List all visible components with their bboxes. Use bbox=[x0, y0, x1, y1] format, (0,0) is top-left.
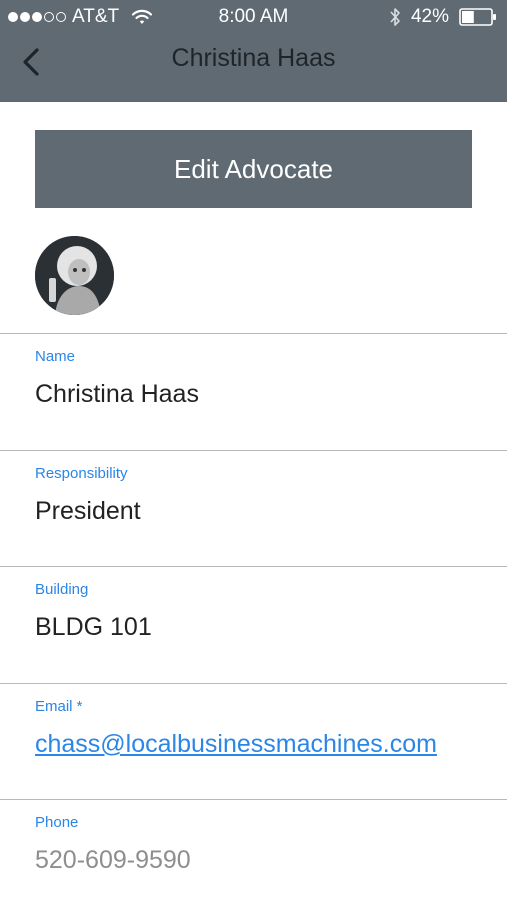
email-link[interactable]: chass@localbusinessmachines.com bbox=[35, 730, 437, 759]
name-field: Name Christina Haas bbox=[0, 333, 507, 449]
edit-advocate-button[interactable]: Edit Advocate bbox=[35, 130, 472, 208]
name-label: Name bbox=[35, 348, 76, 365]
phone-input[interactable]: 520-609-9590 bbox=[35, 846, 191, 875]
building-label: Building bbox=[35, 581, 89, 598]
email-label: Email * bbox=[35, 698, 83, 715]
status-right: 42% bbox=[389, 6, 497, 28]
phone-field: Phone 520-609-9590 bbox=[0, 799, 507, 915]
avatar[interactable] bbox=[35, 236, 114, 315]
app-header: AT&T 8:00 AM 42% Christina Haas bbox=[0, 0, 507, 102]
nav-bar: Christina Haas bbox=[0, 32, 507, 92]
battery-percent: 42% bbox=[410, 6, 449, 27]
page-title: Christina Haas bbox=[171, 44, 336, 72]
status-bar: AT&T 8:00 AM 42% bbox=[0, 0, 507, 32]
name-value[interactable]: Christina Haas bbox=[35, 380, 199, 409]
building-value[interactable]: BLDG 101 bbox=[35, 613, 152, 642]
battery-fill bbox=[462, 11, 474, 23]
building-field: Building BLDG 101 bbox=[0, 566, 507, 682]
battery-icon bbox=[459, 8, 496, 26]
phone-label: Phone bbox=[35, 814, 79, 831]
bluetooth-icon bbox=[390, 8, 400, 26]
responsibility-value[interactable]: President bbox=[35, 497, 141, 526]
responsibility-field: Responsibility President bbox=[0, 450, 507, 566]
email-field: Email * chass@localbusinessmachines.com bbox=[0, 683, 507, 799]
responsibility-label: Responsibility bbox=[35, 465, 128, 482]
avatar-image bbox=[35, 236, 114, 315]
